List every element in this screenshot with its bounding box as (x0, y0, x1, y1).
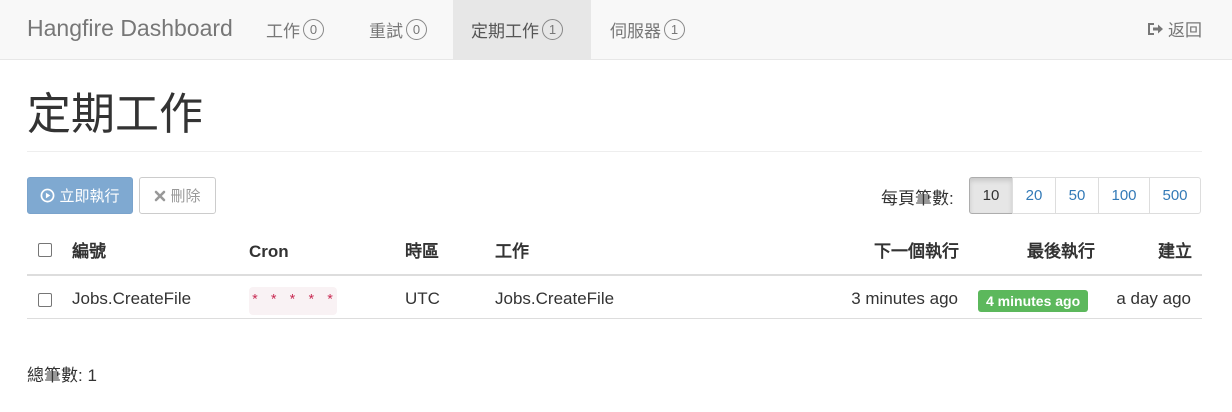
page-size-option-50[interactable]: 50 (1055, 177, 1099, 214)
play-circle-icon (41, 188, 55, 203)
column-header-cron: Cron (249, 242, 289, 261)
navbar: Hangfire Dashboard 工作 0 重試 0 定期工作 1 伺服器 … (0, 0, 1232, 60)
column-header-timezone: 時區 (405, 242, 439, 261)
delete-button[interactable]: 刪除 (139, 177, 216, 214)
count-badge: 0 (303, 19, 324, 40)
row-id-link[interactable]: Jobs.CreateFile (72, 288, 191, 310)
page-size-option-10[interactable]: 10 (969, 177, 1013, 214)
nav-item-servers[interactable]: 伺服器 1 (592, 0, 703, 59)
table-row-divider (27, 318, 1202, 319)
delete-label: 刪除 (170, 188, 201, 205)
cron-expression: * * * * * (249, 287, 337, 315)
column-header-job: 工作 (495, 242, 529, 261)
page-size-option-20[interactable]: 20 (1012, 177, 1056, 214)
nav-item-label: 伺服器 (610, 22, 661, 41)
column-header-last-execution: 最後執行 (1027, 242, 1095, 261)
back-label: 返回 (1168, 21, 1202, 40)
table-header-divider (27, 274, 1202, 276)
page-size-option-500[interactable]: 500 (1149, 177, 1201, 214)
count-badge: 1 (664, 19, 685, 40)
close-icon (155, 190, 166, 201)
trigger-now-label: 立即執行 (59, 188, 120, 205)
nav-item-label: 工作 (266, 22, 300, 41)
column-header-next-execution: 下一個執行 (874, 242, 959, 261)
row-timezone: UTC (405, 289, 440, 308)
column-header-id: 編號 (72, 242, 106, 261)
nav-item-label: 重試 (369, 22, 403, 41)
count-badge: 0 (406, 19, 427, 40)
last-execution-badge[interactable]: 4 minutes ago (978, 290, 1089, 312)
divider (27, 151, 1202, 152)
sign-out-icon (1148, 22, 1163, 35)
trigger-now-button[interactable]: 立即執行 (27, 177, 133, 214)
nav-item-jobs[interactable]: 工作 0 (248, 0, 342, 59)
row-created: a day ago (1116, 289, 1191, 308)
nav-item-recurring-jobs[interactable]: 定期工作 1 (453, 0, 591, 59)
page-size-option-100[interactable]: 100 (1098, 177, 1150, 214)
brand-link[interactable]: Hangfire Dashboard (27, 15, 233, 41)
select-all-checkbox[interactable] (38, 243, 52, 257)
page-size-selector: 10 20 50 100 500 (969, 177, 1201, 214)
row-next-execution: 3 minutes ago (851, 289, 958, 308)
nav-item-retries[interactable]: 重試 0 (351, 0, 445, 59)
count-badge: 1 (542, 19, 563, 40)
back-to-site-link[interactable]: 返回 (1146, 16, 1202, 41)
row-job: Jobs.CreateFile (495, 289, 615, 308)
page-title: 定期工作 (27, 90, 203, 139)
row-checkbox[interactable] (38, 293, 52, 307)
column-header-created: 建立 (1158, 242, 1192, 261)
total-count: 總筆數: 1 (27, 366, 97, 385)
nav-item-label: 定期工作 (471, 22, 539, 41)
page-size-label: 每頁筆數: (881, 189, 954, 208)
